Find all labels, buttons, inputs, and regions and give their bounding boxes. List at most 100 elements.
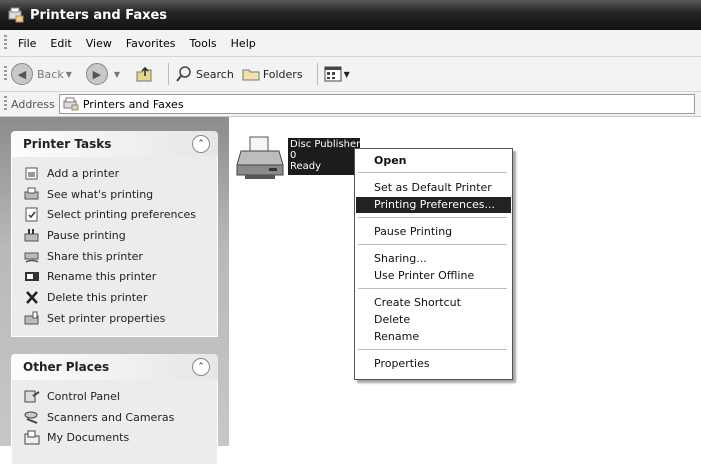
- task-share-printer[interactable]: Share this printer: [24, 246, 217, 267]
- menu-view[interactable]: View: [79, 37, 119, 50]
- menu-help[interactable]: Help: [224, 37, 263, 50]
- printer-tasks-panel: Printer Tasks ⌃ Add a printer See what's…: [11, 131, 218, 337]
- window-title: Printers and Faxes: [30, 7, 168, 23]
- menu-separator: [358, 288, 507, 289]
- menu-file[interactable]: File: [11, 37, 43, 50]
- views-button[interactable]: ▼: [324, 66, 356, 82]
- task-label: Rename this printer: [47, 270, 157, 284]
- place-scanners-cameras[interactable]: Scanners and Cameras: [24, 407, 217, 428]
- menu-tools[interactable]: Tools: [183, 37, 224, 50]
- task-delete-printer[interactable]: Delete this printer: [24, 287, 217, 308]
- printer-tasks-title: Printer Tasks: [23, 137, 112, 151]
- chevron-down-icon: ▼: [343, 69, 350, 79]
- menu-separator: [358, 349, 507, 350]
- chevron-down-icon: ▼: [113, 69, 121, 79]
- printer-name: Disc Publisher XRP: [290, 139, 384, 150]
- address-bar: Address Printers and Faxes: [0, 92, 701, 117]
- menu-printing-preferences[interactable]: Printing Preferences...: [356, 197, 511, 213]
- control-panel-icon: [24, 390, 40, 403]
- task-label: Delete this printer: [47, 290, 148, 304]
- views-icon: [324, 66, 342, 82]
- search-button[interactable]: Search: [175, 65, 234, 83]
- folders-button[interactable]: Folders: [242, 66, 303, 82]
- menu-set-default-printer[interactable]: Set as Default Printer: [356, 180, 511, 196]
- printer-icon: [236, 136, 284, 179]
- menu-favorites[interactable]: Favorites: [119, 37, 183, 50]
- menu-bar: File Edit View Favorites Tools Help: [0, 30, 701, 57]
- other-places-header[interactable]: Other Places ⌃: [11, 354, 218, 380]
- delete-x-icon: [26, 291, 38, 304]
- menu-edit[interactable]: Edit: [43, 37, 78, 50]
- other-places-panel: Other Places ⌃ Control Panel Scanners an…: [11, 354, 218, 465]
- menu-sharing[interactable]: Sharing...: [356, 251, 511, 267]
- share-printer-icon: [24, 252, 39, 263]
- printer-tasks-list: Add a printer See what's printing Select…: [11, 157, 218, 337]
- task-label: Share this printer: [47, 249, 143, 263]
- place-my-documents[interactable]: My Documents: [24, 427, 217, 448]
- printer-tasks-header[interactable]: Printer Tasks ⌃: [11, 131, 218, 157]
- address-field[interactable]: Printers and Faxes: [58, 94, 695, 114]
- place-label: My Documents: [47, 431, 130, 445]
- back-arrow-icon: ◀: [11, 63, 33, 85]
- task-label: See what's printing: [47, 187, 154, 201]
- search-label: Search: [196, 67, 234, 81]
- address-label: Address: [11, 97, 55, 111]
- rename-icon: [25, 272, 39, 282]
- menu-use-printer-offline[interactable]: Use Printer Offline: [356, 268, 511, 284]
- place-label: Control Panel: [47, 389, 120, 403]
- preferences-icon: [25, 207, 38, 222]
- task-pane: Printer Tasks ⌃ Add a printer See what's…: [0, 117, 229, 465]
- menu-create-shortcut[interactable]: Create Shortcut: [356, 295, 511, 311]
- properties-icon: [24, 311, 39, 325]
- scanner-icon: [24, 411, 38, 424]
- forward-button[interactable]: ▶ ▼: [85, 63, 126, 85]
- chevron-down-icon: ▼: [65, 69, 72, 79]
- task-pause-printing[interactable]: Pause printing: [24, 225, 217, 246]
- menu-separator: [358, 172, 507, 173]
- task-label: Select printing preferences: [47, 208, 197, 222]
- menu-separator: [358, 244, 507, 245]
- address-grip[interactable]: [4, 96, 7, 112]
- folder-up-icon: [136, 66, 152, 82]
- folders-label: Folders: [262, 67, 303, 81]
- other-places-title: Other Places: [23, 360, 110, 374]
- other-places-list: Control Panel Scanners and Cameras My Do…: [11, 380, 218, 465]
- place-label: Scanners and Cameras: [47, 410, 175, 424]
- task-label: Pause printing: [47, 228, 126, 242]
- printers-folder-icon: [63, 97, 79, 111]
- menu-open[interactable]: Open: [356, 153, 511, 169]
- forward-arrow-icon: ▶: [85, 63, 108, 85]
- toolbar-grip[interactable]: [4, 66, 7, 82]
- menu-delete[interactable]: Delete: [356, 312, 511, 328]
- menu-properties[interactable]: Properties: [356, 356, 511, 372]
- task-add-printer[interactable]: Add a printer: [24, 163, 217, 184]
- print-queue-icon: [24, 187, 39, 200]
- task-label: Add a printer: [47, 166, 120, 180]
- toolbar-separator: [316, 63, 318, 85]
- title-bar: Printers and Faxes: [0, 0, 701, 30]
- task-rename-printer[interactable]: Rename this printer: [24, 266, 217, 287]
- collapse-chevron-icon[interactable]: ⌃: [192, 135, 210, 153]
- printers-folder-icon: [8, 7, 24, 23]
- menu-rename[interactable]: Rename: [356, 329, 511, 345]
- printer-label: Disc Publisher XRP 0 Ready: [288, 138, 384, 175]
- context-menu: Open Set as Default Printer Printing Pre…: [354, 148, 513, 380]
- pause-printer-icon: [24, 228, 39, 242]
- search-icon: [176, 66, 191, 82]
- menu-grip[interactable]: [4, 35, 7, 51]
- task-label: Set printer properties: [47, 311, 166, 325]
- toolbar: ◀ Back ▼ ▶ ▼ Search Folders ▼: [0, 57, 701, 92]
- task-select-preferences[interactable]: Select printing preferences: [24, 204, 217, 225]
- toolbar-separator: [168, 63, 170, 85]
- menu-pause-printing[interactable]: Pause Printing: [356, 224, 511, 240]
- task-set-properties[interactable]: Set printer properties: [24, 308, 217, 329]
- up-button[interactable]: [134, 64, 154, 84]
- place-control-panel[interactable]: Control Panel: [24, 386, 217, 407]
- folders-icon: [242, 69, 260, 81]
- collapse-chevron-icon[interactable]: ⌃: [192, 358, 210, 376]
- printer-status: Ready: [290, 161, 322, 172]
- address-value: Printers and Faxes: [82, 97, 184, 111]
- back-button[interactable]: ◀ Back ▼: [11, 63, 78, 85]
- menu-separator: [358, 217, 507, 218]
- task-see-printing[interactable]: See what's printing: [24, 184, 217, 205]
